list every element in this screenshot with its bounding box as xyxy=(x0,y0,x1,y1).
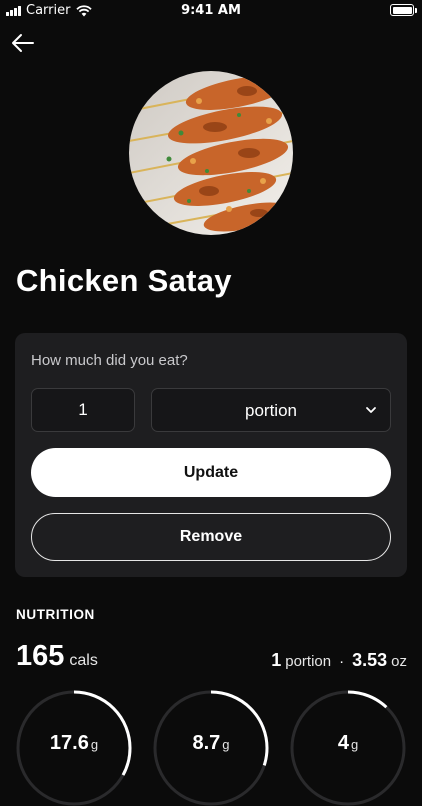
battery-icon xyxy=(390,4,417,16)
status-bar: Carrier 9:41 AM xyxy=(0,0,422,22)
portion-weight-unit: oz xyxy=(391,653,407,670)
macro-amount: 8.7 xyxy=(192,732,221,754)
arrow-left-icon xyxy=(12,34,34,52)
unit-dropdown-label: portion xyxy=(245,401,297,420)
portion-quantity: 1 xyxy=(271,650,282,670)
food-image xyxy=(129,71,293,235)
page-title: Chicken Satay xyxy=(16,263,232,298)
calories-value: 165 xyxy=(16,640,65,672)
unit-dropdown[interactable]: portion xyxy=(151,388,391,432)
calories-unit: cals xyxy=(69,652,98,669)
macro-amount: 17.6 xyxy=(49,732,89,754)
macro-ring-3: 4g xyxy=(290,690,406,806)
macro-value: 17.6 g xyxy=(16,732,132,755)
macro-value: 4g xyxy=(290,732,406,755)
portion-question: How much did you eat? xyxy=(31,352,188,369)
macro-ring-2: 8.7 g xyxy=(153,690,269,806)
macro-ring-1: 17.6 g xyxy=(16,690,132,806)
back-button[interactable] xyxy=(10,30,36,56)
status-time: 9:41 AM xyxy=(181,3,241,18)
update-button[interactable]: Update xyxy=(31,448,391,497)
chicken-satay-photo-icon xyxy=(129,71,293,235)
portion-summary: 1 portion · 3.53 oz xyxy=(271,650,407,671)
remove-button[interactable]: Remove xyxy=(31,513,391,561)
portion-card: How much did you eat? portion Update Rem… xyxy=(15,333,407,577)
nutrition-heading: NUTRITION xyxy=(16,607,95,622)
separator-dot: · xyxy=(339,653,345,670)
quantity-input[interactable] xyxy=(31,388,135,432)
calories-summary: 165 cals xyxy=(16,640,98,673)
portion-unit: portion xyxy=(285,653,332,670)
portion-weight: 3.53 xyxy=(352,650,388,670)
chevron-down-icon xyxy=(366,407,376,413)
macro-value: 8.7 g xyxy=(153,732,269,755)
macro-amount: 4 xyxy=(337,732,349,754)
